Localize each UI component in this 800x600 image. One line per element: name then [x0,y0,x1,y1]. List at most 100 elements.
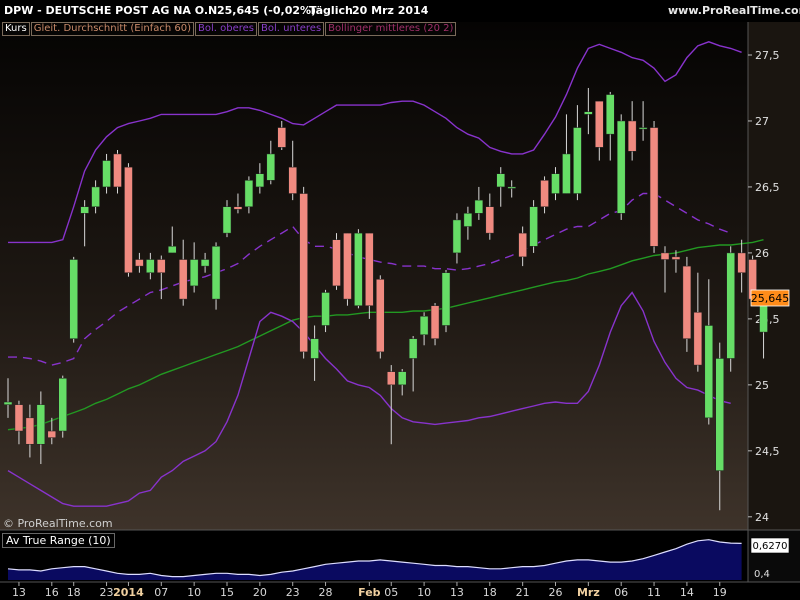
candle-body [376,279,385,353]
candle [343,232,352,306]
x-tick-label: 11 [647,586,661,599]
y-tick-label: 25 [755,379,769,392]
price-marker: 25,645 [750,289,790,307]
candle [726,246,735,372]
candle-body [562,153,571,194]
x-tick-label: 18 [67,586,81,599]
legend-item-boll-upper: Bol. oberes [195,22,258,36]
candle-body [463,213,473,227]
candle [113,149,122,194]
candle-body [584,111,593,115]
candle-body [233,206,243,210]
legend-item-ma60: Gleit. Durchschnitt (Einfach 60) [30,22,195,36]
candle-body [222,206,232,234]
candle-body [157,259,166,273]
candle-body [211,246,221,300]
x-tick-label: 06 [614,586,628,599]
x-tick-label: 23 [100,586,114,599]
candle-body [595,100,604,148]
candle [299,186,308,359]
candle-body [573,127,582,194]
candle-body [704,325,714,419]
candle-body [113,153,122,188]
candle-body [189,259,199,287]
y-tick-label: 24 [755,511,769,524]
candle-body [616,120,626,214]
x-tick-label: 14 [680,586,694,599]
candle-body [58,378,67,432]
x-tick-label: Feb [358,586,381,599]
candle [441,270,451,333]
candle-body [332,239,341,287]
y-tick-label: 27,5 [755,49,780,62]
x-tick-label: 18 [483,586,497,599]
chart-canvas: 2424,52525,52626,52727,5 131618232014071… [0,22,800,600]
candle-body [627,120,637,152]
candle-body [244,180,254,207]
x-tick-label: 21 [516,586,530,599]
x-tick-label: 07 [154,586,168,599]
candle-body [102,160,111,188]
candle-body [3,401,13,405]
price-panel-bg [0,22,748,530]
candle-body [343,232,352,300]
candle-body [737,252,746,273]
candle-body [266,153,276,181]
x-tick-label: 10 [187,586,201,599]
candle-body [178,259,188,300]
candle [649,120,659,253]
x-tick-label: 05 [384,586,398,599]
legend-item-kurs: Kurs [2,22,30,36]
candle [69,256,78,343]
candle-body [365,232,374,306]
candle-body [14,404,24,432]
x-tick-label: 26 [549,586,563,599]
x-tick-label: 20 [253,586,267,599]
atr-value-label: 0,6270 [753,541,788,552]
candle-body [255,173,265,188]
x-tick-label: 16 [45,586,59,599]
x-tick-label: 23 [286,586,300,599]
y-tick-label: 26,5 [755,181,780,194]
candle [616,114,626,220]
candle-body [47,430,57,438]
candle-body [726,252,735,359]
candle-body [135,259,144,267]
candle-body [387,371,396,386]
candle [682,256,692,352]
candle-body [277,127,286,148]
candle-body [649,127,659,247]
candle-body [693,312,703,366]
x-tick-label: Mrz [577,586,600,599]
candle-body [682,265,692,339]
candle-body [474,199,484,214]
legend-item-boll-middle: Bollinger mittleres (20 2) [325,22,457,36]
candle [124,163,133,277]
candle-body [452,219,462,254]
candle-body [91,186,100,207]
candle-body [638,127,648,130]
candle-body [310,338,319,359]
atr-tick-label: 0,4 [754,569,770,580]
candle-body [540,180,549,207]
candle-body [397,371,407,386]
candle-body [529,206,538,247]
legend-bar: Kurs Gleit. Durchschnitt (Einfach 60) Bol.… [2,22,457,36]
candle-body [419,315,429,335]
candle-body [25,417,35,445]
legend-item-boll-lower: Bol. unteres [258,22,325,36]
x-tick-label: 15 [220,586,234,599]
candle-body [715,358,724,471]
copyright-text: © ProRealTime.com [3,517,113,530]
candle-body [168,246,177,254]
y-tick-label: 26 [755,247,769,260]
y-tick-label: 27 [755,115,769,128]
candle-body [606,94,615,135]
candle-body [69,259,78,339]
candle-body [288,166,297,194]
candle [332,233,341,290]
candle-body [518,232,527,258]
candle [354,229,363,309]
candle [376,275,385,359]
current-price-label: 25,645 [751,292,790,305]
